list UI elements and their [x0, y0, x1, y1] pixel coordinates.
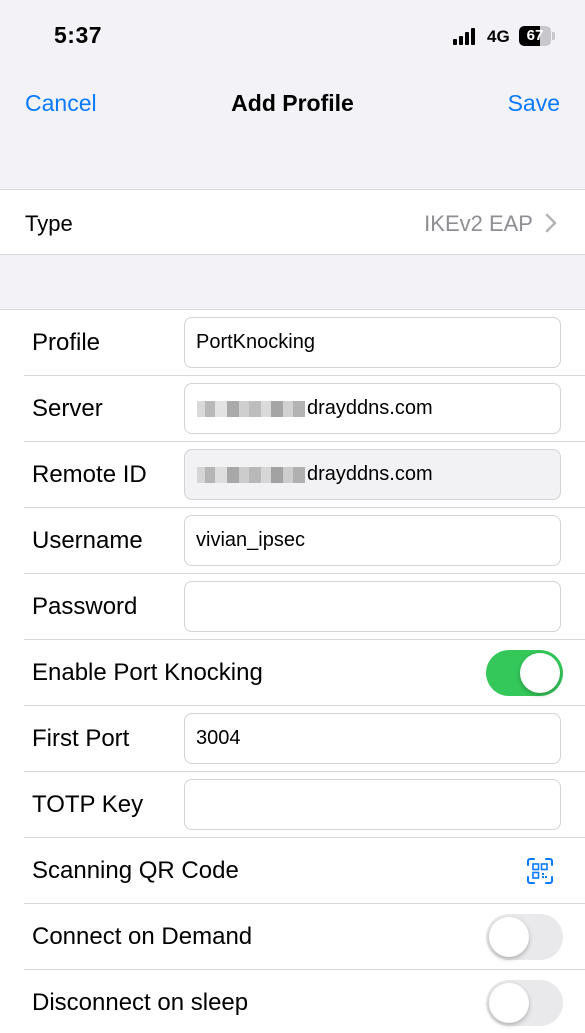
remote-id-label: Remote ID [32, 461, 147, 488]
profile-row: Profile [0, 310, 585, 376]
server-input[interactable]: drayddns.com [184, 383, 561, 434]
remote-id-row: Remote ID drayddns.com [0, 442, 585, 508]
server-row: Server drayddns.com [0, 376, 585, 442]
save-button[interactable]: Save [508, 90, 560, 117]
first-port-input[interactable] [184, 713, 561, 764]
enable-port-knocking-toggle[interactable] [486, 650, 563, 696]
type-label: Type [25, 211, 73, 236]
password-label: Password [32, 593, 138, 620]
cancel-button[interactable]: Cancel [25, 90, 97, 117]
type-value: IKEv2 EAP [424, 211, 533, 236]
toggle-knob [489, 983, 529, 1023]
type-row[interactable]: Type IKEv2 EAP [0, 189, 585, 255]
nav-bar: Cancel Add Profile Save [0, 70, 585, 140]
profile-form: Profile Server drayddns.com Remote ID [0, 309, 585, 1033]
connect-on-demand-toggle[interactable] [486, 914, 563, 960]
toggle-knob [520, 653, 560, 693]
disconnect-on-sleep-row: Disconnect on sleep [0, 970, 585, 1033]
redacted-text [197, 401, 305, 417]
remote-id-input[interactable]: drayddns.com [184, 449, 561, 500]
toggle-knob [489, 917, 529, 957]
totp-key-input[interactable] [184, 779, 561, 830]
totp-key-row: TOTP Key [0, 772, 585, 838]
password-input[interactable] [184, 581, 561, 632]
disconnect-on-sleep-toggle[interactable] [486, 980, 563, 1026]
username-label: Username [32, 527, 143, 554]
network-type: 4G [487, 27, 510, 46]
server-domain: drayddns.com [307, 397, 433, 419]
battery-level: 67 [526, 27, 544, 44]
scan-qr-row[interactable]: Scanning QR Code [0, 838, 585, 904]
connect-on-demand-row: Connect on Demand [0, 904, 585, 970]
cellular-signal-icon [453, 28, 479, 45]
profile-input[interactable] [184, 317, 561, 368]
enable-port-knocking-row: Enable Port Knocking [0, 640, 585, 706]
username-row: Username [0, 508, 585, 574]
scan-qr-label: Scanning QR Code [32, 857, 239, 884]
qr-code-scan-icon[interactable] [527, 858, 553, 884]
username-input[interactable] [184, 515, 561, 566]
enable-port-knocking-label: Enable Port Knocking [32, 659, 263, 686]
profile-label: Profile [32, 329, 101, 356]
connect-on-demand-label: Connect on Demand [32, 923, 253, 950]
battery-icon: 67 [519, 26, 555, 46]
remote-id-domain: drayddns.com [307, 463, 433, 485]
password-row: Password [0, 574, 585, 640]
disconnect-on-sleep-label: Disconnect on sleep [32, 989, 249, 1016]
redacted-text [197, 467, 305, 483]
server-label: Server [32, 395, 103, 422]
status-time: 5:37 [54, 22, 103, 48]
first-port-label: First Port [32, 725, 130, 752]
first-port-row: First Port [0, 706, 585, 772]
status-bar: 5:37 4G 67 [0, 0, 585, 70]
chevron-right-icon [545, 213, 557, 233]
totp-key-label: TOTP Key [32, 791, 144, 818]
